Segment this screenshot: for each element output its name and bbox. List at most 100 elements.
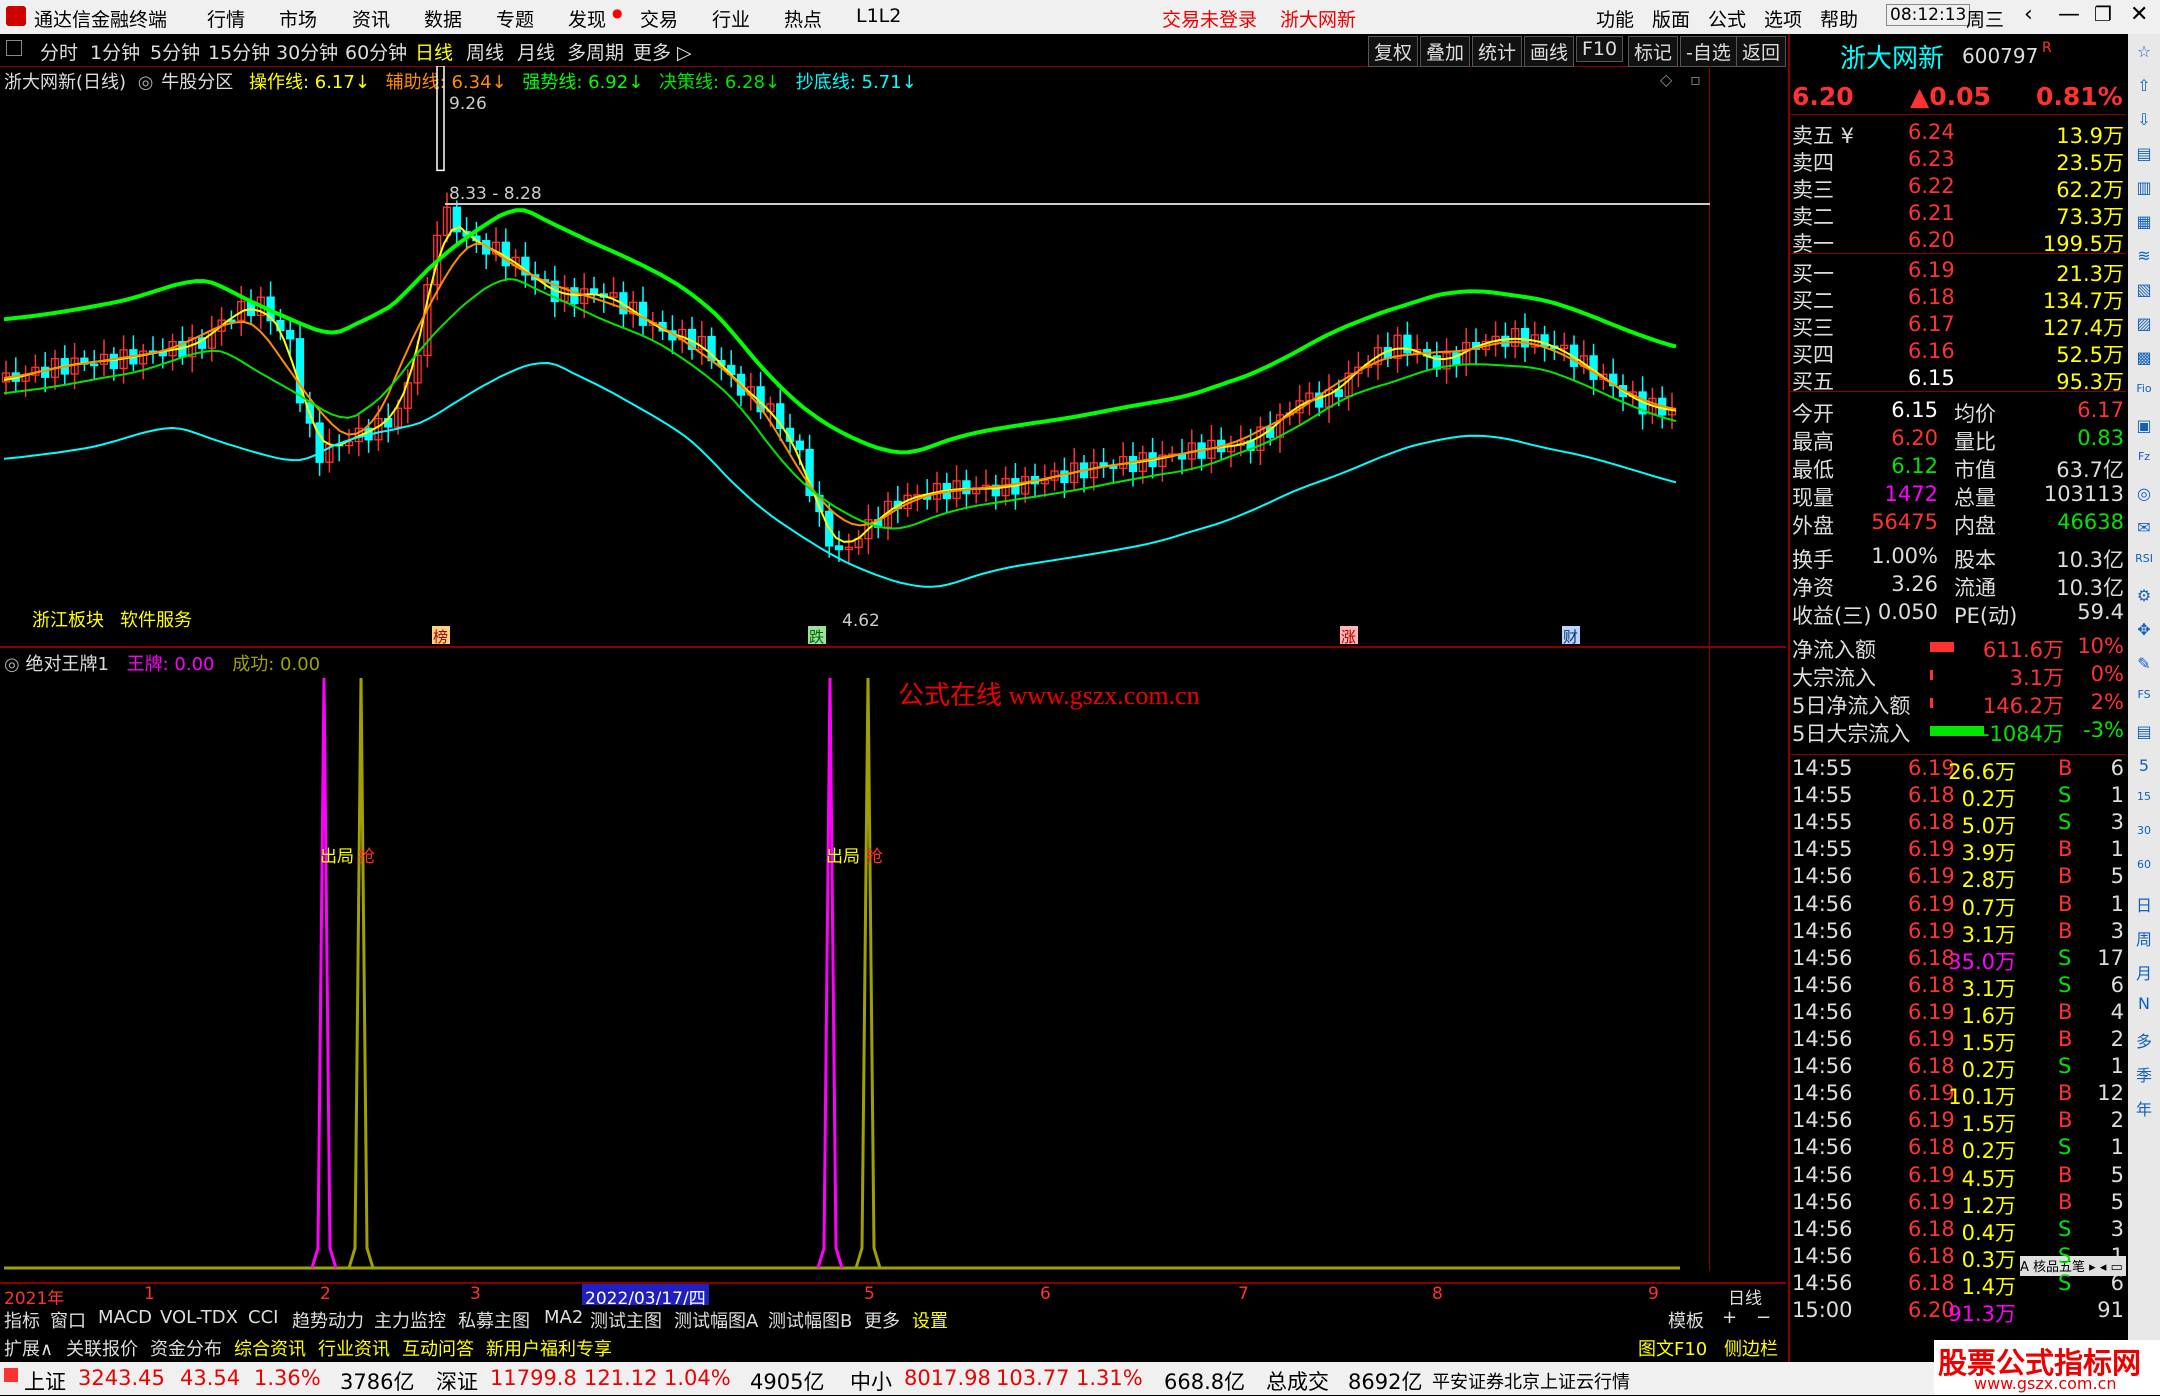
side-tool-icon[interactable]: Fio [2132, 382, 2156, 406]
kline-chart[interactable]: 9.008.508.007.507.006.506.005.505.00 9.2… [0, 66, 1710, 646]
trade-row[interactable]: 14:55 6.18 0.2万 S 1 [1790, 783, 2126, 811]
side-tool-icon[interactable]: ▣ [2132, 416, 2156, 440]
stat-row[interactable]: 今开 6.15 均价 6.17 [1790, 398, 2126, 426]
tab-news[interactable]: 综合资讯 [234, 1335, 306, 1361]
stat-row[interactable]: 净资 3.26 流通 10.3亿 [1790, 572, 2126, 600]
menu-quotes[interactable]: 行情 [207, 5, 245, 32]
button-adjust[interactable]: 复权 [1368, 36, 1419, 67]
trade-row[interactable]: 15:00 6.20 91.3万 91 [1790, 1298, 2126, 1326]
stat-row[interactable]: 收益(三) 0.050 PE(动) 59.4 [1790, 600, 2126, 628]
menu-news[interactable]: 资讯 [352, 5, 390, 32]
trade-row[interactable]: 14:55 6.18 5.0万 S 3 [1790, 810, 2126, 838]
button-back[interactable]: 返回 [1736, 36, 1786, 67]
tab-main-monitor[interactable]: 主力监控 [374, 1307, 446, 1333]
period-weekly[interactable]: 周线 [466, 38, 504, 65]
tab-test-b[interactable]: 测试幅图B [768, 1307, 852, 1333]
period-intraday[interactable]: 分时 [40, 38, 78, 65]
tab-macd[interactable]: MACD [98, 1307, 152, 1328]
tab-f10-graphic[interactable]: 图文F10 [1638, 1335, 1707, 1361]
zx-label[interactable]: 中小 [850, 1366, 892, 1396]
side-tool-icon[interactable]: 日 [2132, 892, 2156, 916]
tab-industry-news[interactable]: 行业资讯 [318, 1335, 390, 1361]
stat-row[interactable]: 外盘 56475 内盘 46638 [1790, 510, 2126, 538]
tab-related[interactable]: 关联报价 [66, 1335, 138, 1361]
buy-level-1[interactable]: 买一 6.19 21.3万 [1790, 258, 2126, 286]
trade-row[interactable]: 14:56 6.18 0.4万 S 3 [1790, 1217, 2126, 1245]
side-tool-icon[interactable]: ▥ [2132, 178, 2156, 202]
trade-row[interactable]: 14:56 6.18 0.2万 S 1 [1790, 1054, 2126, 1082]
buy-level-5[interactable]: 买五 6.15 95.3万 [1790, 366, 2126, 394]
side-tool-icon[interactable]: ✎ [2132, 654, 2156, 678]
trade-row[interactable]: 14:56 6.18 1.4万 S 6 [1790, 1271, 2126, 1299]
period-multi[interactable]: 多周期 [567, 38, 624, 65]
side-tool-icon[interactable]: ◎ [2132, 484, 2156, 508]
side-tool-icon[interactable]: ✥ [2132, 620, 2156, 644]
period-1min[interactable]: 1分钟 [90, 38, 140, 65]
menu-l1l2[interactable]: L1L2 [856, 5, 901, 27]
side-tool-icon[interactable]: 60 [2132, 858, 2156, 882]
side-tool-icon[interactable]: 15 [2132, 790, 2156, 814]
login-status[interactable]: 交易未登录 [1162, 5, 1257, 32]
period-monthly[interactable]: 月线 [517, 38, 555, 65]
side-tool-icon[interactable]: 5 [2132, 756, 2156, 780]
tab-more[interactable]: 更多 [864, 1307, 900, 1333]
back-icon[interactable]: ‹ [2024, 2, 2033, 27]
button-draw[interactable]: 画线 [1524, 36, 1575, 67]
sell-level-4[interactable]: 卖四 6.23 23.5万 [1790, 147, 2126, 175]
trade-row[interactable]: 14:56 6.19 4.5万 B 5 [1790, 1163, 2126, 1191]
menu-topics[interactable]: 专题 [496, 5, 534, 32]
tab-window[interactable]: 窗口 [50, 1307, 86, 1333]
menu-trade[interactable]: 交易 [640, 5, 678, 32]
tab-vol[interactable]: VOL-TDX [160, 1307, 238, 1328]
side-tool-icon[interactable]: Fz [2132, 450, 2156, 474]
side-tool-icon[interactable]: ▩ [2132, 348, 2156, 372]
menu-industry[interactable]: 行业 [712, 5, 750, 32]
period-5min[interactable]: 5分钟 [150, 38, 200, 65]
side-tool-icon[interactable]: ✉ [2132, 518, 2156, 542]
menu-options[interactable]: 选项 [1764, 5, 1802, 32]
minimize-icon[interactable]: — [2058, 2, 2080, 27]
side-tool-icon[interactable]: 年 [2132, 1096, 2156, 1120]
tab-test-a[interactable]: 测试幅图A [674, 1307, 758, 1333]
trade-row[interactable]: 14:56 6.19 0.7万 B 1 [1790, 892, 2126, 920]
menu-discover[interactable]: 发现 [568, 5, 606, 32]
tab-cci[interactable]: CCI [248, 1307, 278, 1328]
menu-function[interactable]: 功能 [1596, 5, 1634, 32]
button-stats[interactable]: 统计 [1472, 36, 1523, 67]
side-tool-icon[interactable]: 周 [2132, 926, 2156, 950]
trade-row[interactable]: 14:56 6.19 1.5万 B 2 [1790, 1027, 2126, 1055]
tab-test-main[interactable]: 测试主图 [590, 1307, 662, 1333]
side-tool-icon[interactable]: ⇩ [2132, 110, 2156, 134]
tab-template[interactable]: 模板 [1668, 1307, 1704, 1333]
side-tool-icon[interactable]: 月 [2132, 960, 2156, 984]
button-mark[interactable]: 标记 [1628, 36, 1679, 67]
side-tool-icon[interactable]: ▤ [2132, 144, 2156, 168]
trade-row[interactable]: 14:56 6.19 2.8万 B 5 [1790, 864, 2126, 892]
menu-hot[interactable]: 热点 [784, 5, 822, 32]
restore-icon[interactable]: ❐ [2094, 2, 2112, 26]
sz-label[interactable]: 深证 [436, 1366, 478, 1396]
trade-row[interactable]: 14:56 6.18 0.3万 S 1 [1790, 1244, 2126, 1272]
side-tool-icon[interactable]: ≋ [2132, 246, 2156, 270]
tab-expand[interactable]: 扩展∧ [4, 1335, 53, 1361]
side-tool-icon[interactable]: ☆ [2132, 42, 2156, 66]
trade-row[interactable]: 14:56 6.19 1.2万 B 5 [1790, 1190, 2126, 1218]
side-tool-icon[interactable]: N [2132, 994, 2156, 1018]
side-tool-icon[interactable]: ⇧ [2132, 76, 2156, 100]
side-tool-icon[interactable]: RSI [2132, 552, 2156, 576]
trade-row[interactable]: 14:56 6.19 3.1万 B 3 [1790, 919, 2126, 947]
side-tool-icon[interactable]: FS [2132, 688, 2156, 712]
trade-row[interactable]: 14:56 6.18 35.0万 S 17 [1790, 946, 2126, 974]
period-daily[interactable]: 日线 [415, 38, 453, 65]
side-tool-icon[interactable]: ⚙ [2132, 586, 2156, 610]
sell-level-1[interactable]: 卖一 6.20 199.5万 [1790, 228, 2126, 256]
trade-row[interactable]: 14:56 6.19 1.6万 B 4 [1790, 1000, 2126, 1028]
trade-row[interactable]: 14:56 6.18 0.2万 S 1 [1790, 1135, 2126, 1163]
side-tool-icon[interactable]: ▦ [2132, 212, 2156, 236]
stat-row[interactable]: 现量 1472 总量 103113 [1790, 482, 2126, 510]
sh-label[interactable]: 上证 [24, 1366, 66, 1396]
trade-row[interactable]: 14:56 6.19 1.5万 B 2 [1790, 1108, 2126, 1136]
stat-row[interactable]: 最高 6.20 量比 0.83 [1790, 426, 2126, 454]
tab-fund[interactable]: 资金分布 [150, 1335, 222, 1361]
sell-level-5[interactable]: 卖五 ¥ 6.24 13.9万 [1790, 120, 2126, 148]
